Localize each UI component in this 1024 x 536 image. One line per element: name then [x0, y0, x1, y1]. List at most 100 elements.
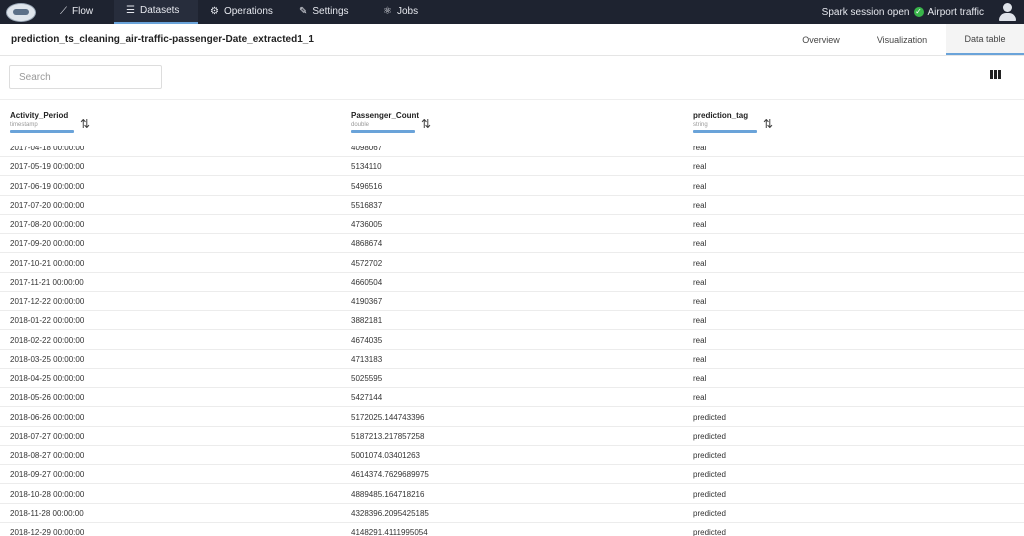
column-name: Passenger_Count — [351, 111, 420, 120]
table-cell: real — [693, 162, 707, 172]
table-cell: 2018-09-27 00:00:00 — [10, 470, 85, 480]
data-table-body[interactable]: 2017-04-18 00:00:00 4098067 real 2017-05-19… — [0, 137, 1024, 536]
table-cell: 4736005 — [351, 220, 383, 229]
column-underline — [693, 130, 757, 133]
list-icon: ☰ — [126, 5, 135, 16]
jobs-icon: ⚛ — [383, 6, 392, 17]
table-cell: 5516837 — [351, 200, 383, 210]
table-cell: 4868674 — [351, 239, 383, 249]
table-cell: 4889485.164718216 — [351, 489, 425, 499]
table-cell: real — [693, 297, 707, 306]
tab-overview[interactable]: Overview — [784, 24, 858, 55]
table-row[interactable]: 2018-01-22 00:00:00 3882181 real — [0, 310, 1024, 331]
table-cell: 2018-03-25 00:00:00 — [10, 354, 85, 364]
table-row[interactable]: 2017-08-20 00:00:00 4736005 real — [0, 214, 1024, 234]
column-name: Activity_Period — [10, 111, 69, 120]
table-cell: 4614374.7629689975 — [351, 470, 429, 480]
table-cell: 2018-11-28 00:00:00 — [10, 508, 84, 518]
table-cell: 2017-07-20 00:00:00 — [10, 200, 85, 210]
table-row[interactable]: 2017-09-20 00:00:00 4868674 real — [0, 233, 1024, 254]
table-row[interactable]: 2018-08-27 00:00:00 5001074.03401263 predi… — [0, 445, 1024, 465]
tab-data-table[interactable]: Data table — [946, 24, 1024, 55]
table-row[interactable]: 2017-11-21 00:00:00 4660504 real — [0, 272, 1024, 292]
table-cell: 2018-01-22 00:00:00 — [10, 316, 85, 326]
columns-icon[interactable] — [990, 70, 1001, 79]
table-cell: real — [693, 316, 707, 326]
table-cell: 5025595 — [351, 374, 383, 383]
table-cell: predicted — [693, 528, 726, 536]
nav-item-flow[interactable]: ⟋ Flow — [48, 0, 105, 24]
table-row[interactable]: 2018-11-28 00:00:00 4328396.2095425185 pre… — [0, 503, 1024, 523]
gear-icon: ⚙ — [210, 6, 219, 17]
table-row[interactable]: 2017-06-19 00:00:00 5496516 real — [0, 176, 1024, 196]
table-row[interactable]: 2018-10-28 00:00:00 4889485.164718216 pred… — [0, 484, 1024, 504]
table-cell: real — [693, 335, 707, 345]
session-status[interactable]: Spark session open ✓ Airport traffic — [822, 0, 984, 24]
table-cell: predicted — [693, 431, 726, 441]
sort-icon[interactable]: ⇅ — [80, 117, 90, 131]
table-cell: 2017-10-21 00:00:00 — [10, 258, 85, 268]
nav-item-label: Settings — [312, 6, 349, 17]
table-cell: 2017-09-20 00:00:00 — [10, 239, 85, 249]
nav-item-datasets[interactable]: ☰ Datasets — [114, 0, 198, 24]
trend-icon: ⟋ — [60, 6, 67, 17]
table-row[interactable]: 2017-12-22 00:00:00 4190367 real — [0, 291, 1024, 311]
table-cell: 4660504 — [351, 277, 383, 287]
table-cell: 5427144 — [351, 393, 383, 403]
table-cell: 5134110 — [351, 162, 382, 172]
nav-item-operations[interactable]: ⚙ Operations — [198, 0, 285, 24]
table-cell: 4713183 — [351, 354, 383, 364]
table-cell: 2018-08-27 00:00:00 — [10, 451, 85, 460]
column-underline — [10, 130, 74, 133]
table-row[interactable]: 2018-09-27 00:00:00 4614374.7629689975 pre… — [0, 464, 1024, 485]
column-header-passenger-count[interactable]: Passenger_Count double — [351, 111, 419, 133]
table-row[interactable]: 2018-03-25 00:00:00 4713183 real — [0, 349, 1024, 369]
tab-visualization[interactable]: Visualization — [858, 24, 946, 55]
table-cell: 2018-10-28 00:00:00 — [10, 489, 85, 499]
table-cell: 4674035 — [351, 335, 383, 345]
table-row[interactable]: 2017-10-21 00:00:00 4572702 real — [0, 253, 1024, 273]
table-cell: 2017-12-22 00:00:00 — [10, 297, 85, 306]
table-cell: 4190367 — [351, 297, 383, 306]
app-logo[interactable] — [6, 3, 36, 22]
table-cell: real — [693, 200, 707, 210]
table-cell: 3882181 — [351, 316, 383, 326]
nav-item-settings[interactable]: ✎ Settings — [287, 0, 361, 24]
column-header-activity-period[interactable]: Activity_Period timestamp — [10, 111, 74, 133]
table-row[interactable]: 2017-07-20 00:00:00 5516837 real — [0, 195, 1024, 215]
wrench-icon: ✎ — [299, 6, 308, 17]
table-cell: 5496516 — [351, 181, 383, 191]
table-cell: predicted — [693, 412, 726, 422]
table-cell: 4148291.4111995054 — [351, 528, 428, 536]
column-type: string — [693, 122, 708, 128]
nav-item-jobs[interactable]: ⚛ Jobs — [371, 0, 430, 24]
table-cell: 2017-08-20 00:00:00 — [10, 220, 85, 229]
project-name: Airport traffic — [927, 6, 985, 18]
column-type: timestamp — [10, 122, 38, 128]
table-cell: 2018-05-26 00:00:00 — [10, 393, 85, 403]
table-cell: 2018-02-22 00:00:00 — [10, 335, 85, 345]
search-input[interactable] — [9, 65, 162, 89]
table-row[interactable]: 2018-07-27 00:00:00 5187213.217857258 pred… — [0, 426, 1024, 446]
column-name: prediction_tag — [693, 111, 749, 120]
table-cell: 2018-06-26 00:00:00 — [10, 412, 85, 422]
table-header: Activity_Period timestamp ⇅ Passenger_Co… — [0, 99, 1024, 146]
column-header-prediction-tag[interactable]: prediction_tag string — [693, 111, 757, 133]
table-cell: 4572702 — [351, 258, 383, 268]
table-row[interactable]: 2017-05-19 00:00:00 5134110 real — [0, 156, 1024, 177]
check-circle-icon: ✓ — [913, 7, 924, 17]
table-row[interactable]: 2018-12-29 00:00:00 4148291.4111995054 pre… — [0, 522, 1024, 536]
table-row[interactable]: 2018-02-22 00:00:00 4674035 real — [0, 330, 1024, 350]
user-avatar-icon[interactable] — [998, 2, 1016, 22]
column-underline — [351, 130, 415, 133]
sort-icon[interactable]: ⇅ — [421, 117, 431, 131]
table-cell: predicted — [693, 470, 726, 480]
sort-icon[interactable]: ⇅ — [763, 117, 773, 131]
session-status-label: Spark session open — [821, 6, 910, 18]
top-nav-bar: ⟋ Flow ☰ Datasets ⚙ Operations ✎ Setting… — [0, 0, 1024, 24]
table-cell: real — [693, 258, 707, 268]
table-row[interactable]: 2018-05-26 00:00:00 5427144 real — [0, 387, 1024, 408]
table-row[interactable]: 2018-04-25 00:00:00 5025595 real — [0, 368, 1024, 388]
table-row[interactable]: 2018-06-26 00:00:00 5172025.144743396 pred… — [0, 407, 1024, 427]
table-cell: predicted — [693, 451, 726, 460]
